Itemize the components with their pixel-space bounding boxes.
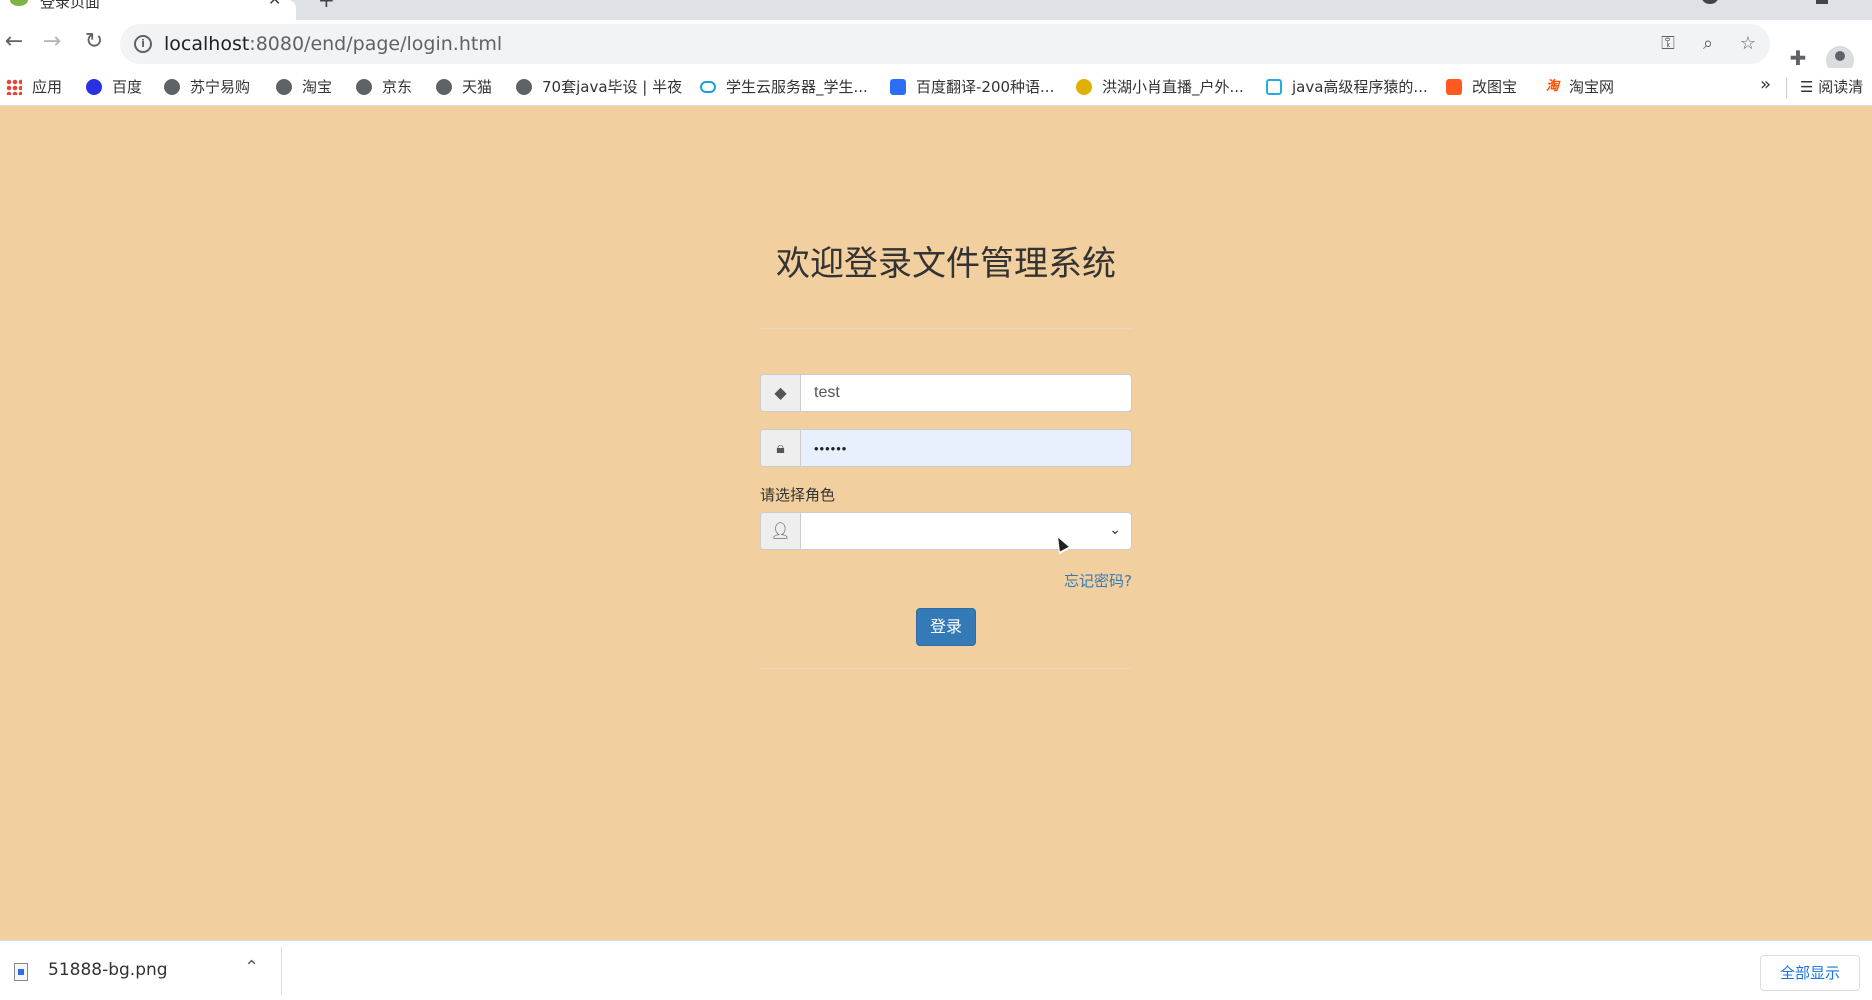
bookmark-label: 洪湖小肖直播_户外... xyxy=(1102,78,1244,96)
bookmark-baidu-fanyi[interactable]: 百度翻译-200种语... xyxy=(890,76,1054,98)
forward-arrow-icon[interactable]: → xyxy=(38,30,66,54)
show-all-downloads-button[interactable]: 全部显示 xyxy=(1760,955,1860,991)
login-button[interactable]: 登录 xyxy=(916,608,976,646)
apps-grid-icon xyxy=(6,79,22,95)
browser-tab[interactable]: 登录页面 ✕ xyxy=(0,0,296,20)
globe-icon xyxy=(356,79,372,95)
top-divider xyxy=(760,328,1132,329)
lock-icon: 🔒︎ xyxy=(761,430,801,466)
page-title: 欢迎登录文件管理系统 xyxy=(776,244,1116,284)
forgot-password-link[interactable]: 忘记密码? xyxy=(1000,570,1132,591)
reading-list-button[interactable]: ☰ 阅读清 xyxy=(1800,76,1863,98)
bookmark-apps[interactable]: 应用 xyxy=(6,76,62,98)
bookmark-taobao-net[interactable]: 淘淘宝网 xyxy=(1546,76,1614,98)
tab-strip: 登录页面 ✕ + xyxy=(0,0,1872,20)
cloud-icon xyxy=(700,81,716,93)
bookmark-gaitubao[interactable]: 改图宝 xyxy=(1446,76,1517,98)
address-bar[interactable]: i localhost:8080/end/page/login.html ⚿ ⌕… xyxy=(120,24,1770,64)
bookmark-bilibili[interactable]: java高级程序猿的... xyxy=(1266,76,1428,98)
bilibili-tv-icon xyxy=(1266,79,1282,95)
bookmarks-bar: 应用 百度 苏宁易购 淘宝 京东 天猫 70套java毕设 | 半夜 学生云服务… xyxy=(0,68,1872,106)
baidu-paw-icon xyxy=(86,79,102,95)
live-stream-icon xyxy=(1076,79,1092,95)
back-arrow-icon[interactable]: ← xyxy=(0,30,28,54)
tab-title: 登录页面 xyxy=(40,0,101,11)
bookmark-label: 苏宁易购 xyxy=(190,78,251,96)
username-group: ◆ xyxy=(760,374,1132,412)
role-select[interactable]: ⌄ xyxy=(802,513,1131,549)
bookmark-star-icon[interactable]: ☆ xyxy=(1736,32,1760,56)
bookmark-jd[interactable]: 京东 xyxy=(356,76,412,98)
url-path: :8080/end/page/login.html xyxy=(249,33,503,55)
bookmark-label: 改图宝 xyxy=(1472,78,1518,96)
bookmark-suning[interactable]: 苏宁易购 xyxy=(164,76,250,98)
user-icon: 👤︎ xyxy=(761,513,801,549)
new-tab-icon[interactable]: + xyxy=(318,0,335,12)
role-label: 请选择角色 xyxy=(760,486,836,504)
tab-search-icon[interactable] xyxy=(1702,0,1718,4)
taobao-icon: 淘 xyxy=(1546,79,1560,94)
bookmarks-divider xyxy=(1786,78,1787,98)
bookmark-label: 应用 xyxy=(32,78,63,96)
download-bar: 51888-bg.png ⌃ 全部显示 xyxy=(0,940,1872,1000)
globe-icon xyxy=(164,79,180,95)
restore-window-icon[interactable] xyxy=(1816,0,1828,4)
site-info-icon[interactable]: i xyxy=(134,35,152,53)
url-text[interactable]: localhost:8080/end/page/login.html xyxy=(164,33,502,55)
download-item[interactable]: 51888-bg.png xyxy=(48,960,168,980)
bookmark-label: 淘宝 xyxy=(302,78,333,96)
tab-close-icon[interactable]: ✕ xyxy=(268,0,281,9)
saved-password-key-icon[interactable]: ⚿ xyxy=(1656,32,1680,56)
globe-icon xyxy=(516,79,532,95)
page-favicon-icon xyxy=(10,0,28,6)
bookmark-label: 淘宝网 xyxy=(1569,78,1615,96)
globe-icon xyxy=(436,79,452,95)
bookmark-label: 百度翻译-200种语... xyxy=(916,78,1055,96)
username-input[interactable] xyxy=(802,375,1131,411)
gaitubao-icon xyxy=(1446,79,1462,95)
bookmark-label: 学生云服务器_学生... xyxy=(726,78,868,96)
bookmark-student-cloud[interactable]: 学生云服务器_学生... xyxy=(700,76,868,98)
bookmark-label: 70套java毕设 | 半夜 xyxy=(542,78,683,96)
bookmark-label: java高级程序猿的... xyxy=(1292,78,1428,96)
chevron-up-icon[interactable]: ⌃ xyxy=(244,957,259,978)
reload-icon[interactable]: ↻ xyxy=(80,30,108,54)
bookmark-taobao[interactable]: 淘宝 xyxy=(276,76,332,98)
bottom-divider xyxy=(760,668,1132,669)
bookmark-label: 京东 xyxy=(382,78,413,96)
role-group: 👤︎ ⌄ xyxy=(760,512,1132,550)
download-divider xyxy=(281,947,282,995)
url-host: localhost xyxy=(164,33,250,55)
bookmark-baidu[interactable]: 百度 xyxy=(86,76,142,98)
bookmark-label: 天猫 xyxy=(462,78,493,96)
bookmarks-overflow-icon[interactable]: » xyxy=(1760,74,1771,95)
image-file-icon xyxy=(14,963,28,981)
login-page: 欢迎登录文件管理系统 ◆ 🔒︎ 请选择角色 👤︎ ⌄ 忘记密码? 登录 xyxy=(0,106,1872,940)
translate-icon xyxy=(890,79,906,95)
chevron-down-icon: ⌄ xyxy=(1109,521,1121,537)
bookmark-java-projects[interactable]: 70套java毕设 | 半夜 xyxy=(516,76,682,98)
bookmark-live-stream[interactable]: 洪湖小肖直播_户外... xyxy=(1076,76,1244,98)
password-input[interactable] xyxy=(802,430,1131,466)
tag-icon: ◆ xyxy=(761,375,801,411)
globe-icon xyxy=(276,79,292,95)
password-group: 🔒︎ xyxy=(760,429,1132,467)
zoom-icon[interactable]: ⌕ xyxy=(1696,32,1720,56)
bookmark-tmall[interactable]: 天猫 xyxy=(436,76,492,98)
reading-list-label: 阅读清 xyxy=(1818,78,1864,96)
bookmark-label: 百度 xyxy=(112,78,143,96)
